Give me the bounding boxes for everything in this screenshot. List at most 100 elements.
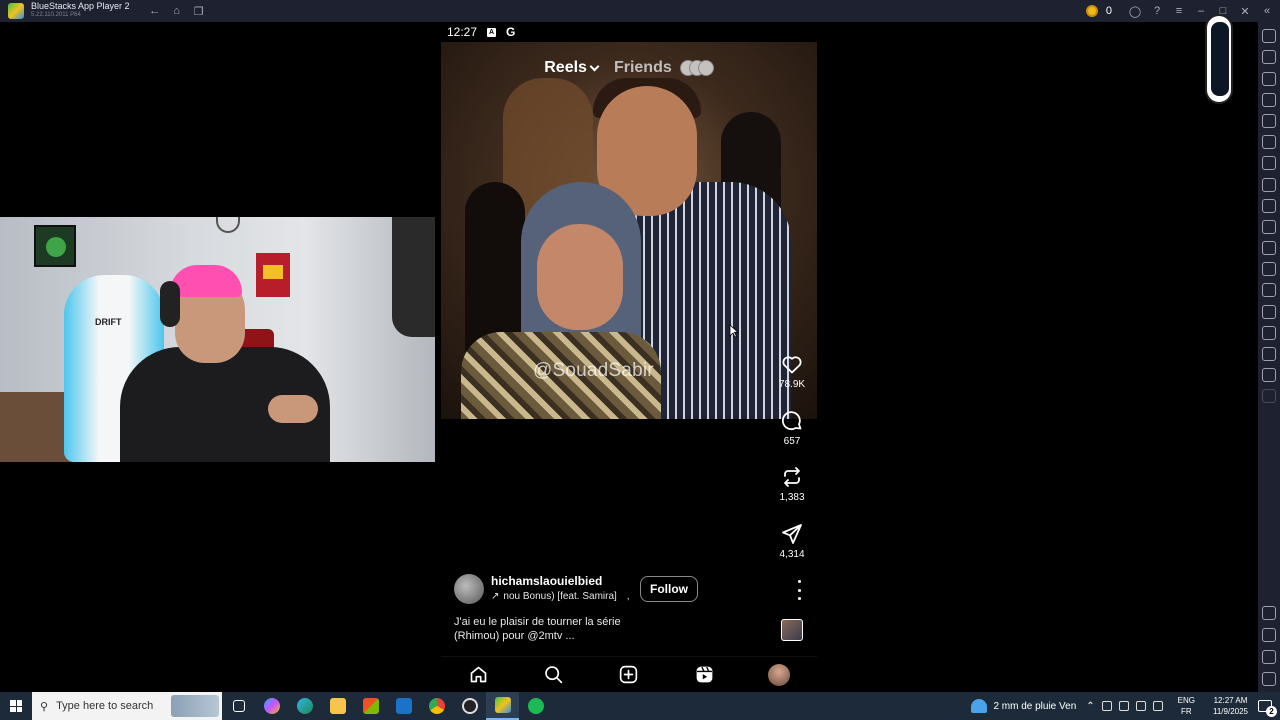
edge-icon <box>296 698 313 714</box>
weather-text: 2 mm de pluie Ven <box>993 700 1077 712</box>
file-explorer-button[interactable] <box>321 692 354 720</box>
screenshot-icon[interactable] <box>1262 198 1276 213</box>
speaker-icon[interactable] <box>1135 701 1146 711</box>
titlebar-controls: 0 ◯ ? ≡ – □ ✕ « <box>1085 0 1274 22</box>
clock-date: 11/9/2025 <box>1213 707 1248 716</box>
notification-center-icon[interactable]: 2 <box>1258 700 1277 717</box>
status-time: 12:27 <box>447 25 478 39</box>
reel-actions: 78.9K 657 1,383 4,314 <box>775 352 809 579</box>
account-icon[interactable]: ◯ <box>1128 4 1142 18</box>
spotify-button[interactable] <box>519 692 552 720</box>
volume-icon[interactable] <box>1262 50 1276 65</box>
obs-button[interactable] <box>453 692 486 720</box>
clock-time: 12:27 AM <box>1213 696 1248 705</box>
reel-video[interactable]: @SouadSabir <box>441 42 817 419</box>
tab-friends[interactable]: Friends <box>614 59 714 77</box>
nav-profile[interactable] <box>767 663 791 687</box>
layers-icon[interactable] <box>1262 347 1276 361</box>
spotify-icon <box>527 698 544 714</box>
author-avatar[interactable] <box>454 574 484 604</box>
audio-track[interactable]: ↗ nou Bonus) [feat. Samira] , <box>491 591 630 602</box>
instagram-bottom-nav <box>441 656 817 692</box>
close-icon[interactable]: ✕ <box>1238 4 1252 18</box>
author-username[interactable]: hichamslaouielbied <box>491 574 602 588</box>
edge-button[interactable] <box>288 692 321 720</box>
more-options-icon[interactable] <box>1262 389 1276 404</box>
help-icon[interactable]: ? <box>1150 4 1164 18</box>
sync-icon[interactable] <box>1262 368 1276 383</box>
menu-icon[interactable]: ≡ <box>1172 4 1186 18</box>
bluestacks-taskbar-button[interactable] <box>486 692 519 720</box>
comment-action[interactable]: 657 <box>780 409 804 466</box>
weather-widget[interactable]: 2 mm de pluie Ven <box>971 699 1076 713</box>
android-recents-icon[interactable] <box>1262 672 1276 686</box>
task-view-icon <box>232 700 245 712</box>
outlook-button[interactable] <box>387 692 420 720</box>
copilot-button[interactable] <box>255 692 288 720</box>
eco-mode-icon[interactable] <box>1262 304 1276 319</box>
audio-thumbnail[interactable] <box>781 619 803 641</box>
macro-icon[interactable] <box>1262 135 1276 150</box>
window-version: 5.22.110.2011 P64 <box>31 12 81 18</box>
back-arrow-icon[interactable]: ← <box>148 4 162 18</box>
battery-icon[interactable] <box>1152 701 1163 711</box>
folder-icon[interactable] <box>1262 283 1276 298</box>
media-icon[interactable] <box>1262 241 1276 256</box>
fullscreen-icon[interactable] <box>1262 29 1276 44</box>
store-button[interactable] <box>354 692 387 720</box>
language-code: ENG <box>1177 696 1195 705</box>
audio-track-title: nou Bonus) [feat. Samira] <box>503 591 617 602</box>
more-options-icon[interactable] <box>796 580 802 600</box>
search-icon: ⚲ <box>40 700 49 713</box>
comment-count: 657 <box>783 435 801 447</box>
input-language[interactable]: ENG FR <box>1178 695 1195 717</box>
gamepad-icon[interactable] <box>1262 92 1276 107</box>
performance-icon[interactable] <box>1262 177 1276 192</box>
multi-instance-icon[interactable]: ❐ <box>192 4 206 18</box>
start-button[interactable] <box>0 692 32 720</box>
friend-avatar <box>697 60 714 76</box>
reels-top-tabs: Reels Friends <box>441 58 817 78</box>
nav-home[interactable] <box>467 663 491 687</box>
notification-count: 2 <box>1266 706 1277 717</box>
obs-icon <box>461 698 478 714</box>
audio-separator: , <box>626 591 630 602</box>
nav-create[interactable] <box>617 663 641 687</box>
record-icon[interactable] <box>1262 219 1276 234</box>
like-action[interactable]: 78.9K <box>779 352 805 409</box>
taskbar-search[interactable]: ⚲ Type here to search <box>32 692 222 720</box>
repost-count: 1,383 <box>779 492 805 504</box>
nav-search[interactable] <box>542 663 566 687</box>
home-icon[interactable]: ⌂ <box>170 4 184 18</box>
follow-button[interactable]: Follow <box>640 576 698 602</box>
collapse-sidebar-icon[interactable]: « <box>1260 4 1274 18</box>
coin-count: 0 <box>1105 5 1112 17</box>
keymap-icon[interactable] <box>1262 71 1276 86</box>
share-action[interactable]: 4,314 <box>779 522 805 579</box>
repost-icon <box>784 467 800 488</box>
reel-caption[interactable]: J'ai eu le plaisir de tourner la série (… <box>454 615 694 643</box>
android-back-icon[interactable] <box>1262 628 1276 642</box>
microphone-icon[interactable] <box>1101 701 1112 711</box>
network-icon[interactable] <box>1118 701 1129 711</box>
nav-reels[interactable] <box>692 663 716 687</box>
location-icon[interactable] <box>1262 325 1276 340</box>
multi-instance-sidebar-icon[interactable] <box>1262 156 1276 171</box>
rotate-icon[interactable] <box>1262 113 1276 128</box>
repost-action[interactable]: 1,383 <box>779 465 805 522</box>
profile-avatar <box>768 663 791 686</box>
tab-reels[interactable]: Reels <box>544 59 600 77</box>
coin-icon[interactable] <box>1085 5 1098 17</box>
task-view-button[interactable] <box>222 692 255 720</box>
chrome-button[interactable] <box>420 692 453 720</box>
minimize-icon[interactable]: – <box>1194 4 1208 18</box>
show-hidden-icons-icon[interactable]: ⌃ <box>1086 701 1094 712</box>
android-home-icon[interactable] <box>1262 650 1276 664</box>
taskbar-clock[interactable]: 12:27 AM 11/9/2025 <box>1213 695 1248 717</box>
chevron-down-icon <box>589 61 600 71</box>
copilot-icon <box>263 698 280 714</box>
install-apk-icon[interactable] <box>1262 262 1276 277</box>
caption-line: J'ai eu le plaisir de tourner la série <box>454 616 621 628</box>
audio-arrow-icon: ↗ <box>491 591 500 602</box>
settings-icon[interactable] <box>1262 606 1276 620</box>
